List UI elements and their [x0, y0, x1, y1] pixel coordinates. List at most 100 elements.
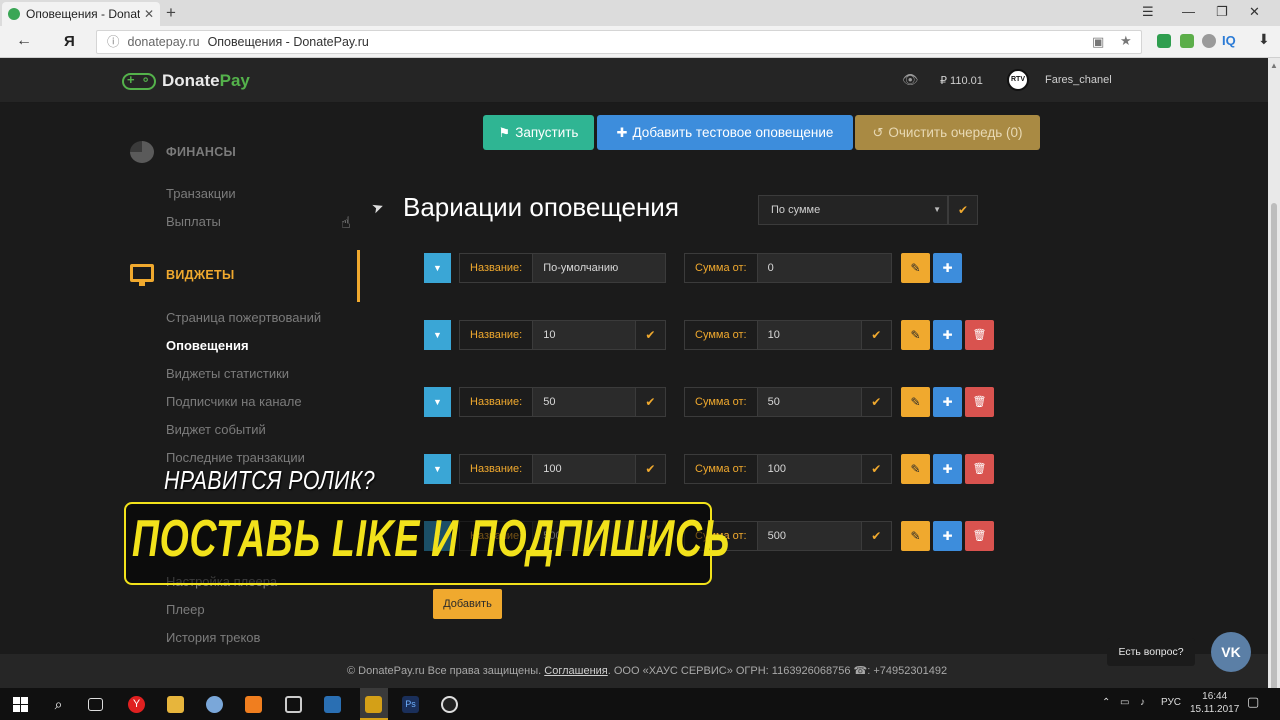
- add-test-alert-button[interactable]: ✚ Добавить тестовое оповещение: [597, 115, 853, 150]
- amount-input[interactable]: 50: [757, 388, 861, 416]
- name-input[interactable]: 100: [533, 455, 635, 483]
- add-variation-button[interactable]: Добавить: [433, 589, 502, 619]
- amount-input[interactable]: 100: [757, 455, 861, 483]
- scroll-up-icon[interactable]: ▲: [1270, 61, 1278, 70]
- clear-queue-button[interactable]: ↺ Очистить очередь (0): [855, 115, 1040, 150]
- name-input[interactable]: 10: [533, 321, 635, 349]
- variation-row: ▼ Название: 50 ✔ Сумма от: 50 ✔ ✎ ✚ 🗑: [0, 387, 1268, 419]
- minimize-icon[interactable]: —: [1182, 4, 1195, 19]
- browser-tab[interactable]: Оповещения - DonatePay ✕: [2, 2, 160, 26]
- task-view-icon[interactable]: [88, 698, 103, 711]
- network-icon[interactable]: ▭: [1120, 697, 1129, 708]
- vk-chat-icon[interactable]: VK: [1211, 632, 1251, 672]
- amount-input[interactable]: 10: [757, 321, 861, 349]
- add-button[interactable]: ✚: [933, 387, 962, 417]
- edit-button[interactable]: ✎: [901, 320, 930, 350]
- steam-icon[interactable]: [324, 696, 341, 713]
- sort-select[interactable]: По сумме ▼: [758, 195, 948, 225]
- delete-button[interactable]: 🗑: [965, 521, 994, 551]
- name-input[interactable]: По-умолчанию: [533, 254, 665, 282]
- edit-button[interactable]: ✎: [901, 387, 930, 417]
- save-name-button[interactable]: ✔: [634, 388, 665, 416]
- yandex-browser-icon[interactable]: Y: [128, 696, 145, 713]
- tab-close-icon[interactable]: ✕: [144, 7, 154, 21]
- add-button[interactable]: ✚: [933, 253, 962, 283]
- sidebar-item-track-history[interactable]: История треков: [166, 630, 260, 645]
- obs-record-icon[interactable]: [441, 696, 458, 713]
- sidebar-item-events-widget[interactable]: Виджет событий: [166, 422, 266, 437]
- adblock-extension-icon[interactable]: [1157, 34, 1171, 48]
- edit-button[interactable]: ✎: [901, 521, 930, 551]
- bookmark-star-icon[interactable]: ★: [1120, 33, 1132, 49]
- media-player-icon[interactable]: [285, 696, 302, 713]
- app-icon[interactable]: [245, 696, 262, 713]
- username[interactable]: Fares_chanel: [1045, 74, 1112, 86]
- delete-button[interactable]: 🗑: [965, 320, 994, 350]
- amount-input[interactable]: 500: [757, 522, 861, 550]
- edit-button[interactable]: ✎: [901, 253, 930, 283]
- agreements-link[interactable]: Соглашения: [544, 665, 608, 677]
- file-explorer-icon[interactable]: [167, 696, 184, 713]
- iq-extension-icon[interactable]: IQ: [1222, 33, 1236, 48]
- flag-icon: ⚑: [498, 124, 511, 140]
- expand-toggle-button[interactable]: ▼: [424, 387, 451, 417]
- globe-extension-icon[interactable]: [1202, 34, 1216, 48]
- save-amount-button[interactable]: ✔: [860, 455, 891, 483]
- name-input[interactable]: 50: [533, 388, 635, 416]
- maximize-icon[interactable]: ❐: [1216, 4, 1228, 20]
- chevron-down-icon: ▼: [933, 205, 941, 214]
- close-window-icon[interactable]: ✕: [1249, 4, 1260, 20]
- yandex-button[interactable]: Я: [64, 33, 75, 50]
- new-tab-button[interactable]: +: [166, 3, 176, 23]
- expand-toggle-button[interactable]: ▼: [424, 253, 451, 283]
- sidebar-item-payouts[interactable]: Выплаты: [166, 214, 221, 229]
- help-bubble[interactable]: Есть вопрос?: [1107, 638, 1195, 666]
- save-amount-button[interactable]: ✔: [860, 321, 891, 349]
- menu-icon[interactable]: ☰: [1142, 4, 1154, 20]
- page-info-icon[interactable]: ⓘ: [107, 35, 120, 49]
- photoshop-icon[interactable]: Ps: [402, 696, 419, 713]
- sidebar-item-stats-widgets[interactable]: Виджеты статистики: [166, 366, 289, 381]
- url-input[interactable]: ⓘ donatepay.ru Оповещения - DonatePay.ru: [96, 30, 1142, 54]
- windows-start-icon[interactable]: [12, 696, 29, 713]
- add-button[interactable]: ✚: [933, 454, 962, 484]
- paint-icon[interactable]: [206, 696, 223, 713]
- volume-icon[interactable]: ♪: [1140, 697, 1145, 708]
- check-icon: ✔: [957, 203, 969, 217]
- save-name-button[interactable]: ✔: [634, 455, 665, 483]
- download-extension-icon[interactable]: [1180, 34, 1194, 48]
- reader-icon[interactable]: ▣: [1092, 34, 1104, 50]
- sidebar-section-finance[interactable]: ФИНАНСЫ: [130, 141, 236, 163]
- page-scrollbar[interactable]: ▲: [1268, 58, 1280, 698]
- downloads-icon[interactable]: ⬇: [1258, 31, 1270, 48]
- active-taskbar-item[interactable]: [360, 688, 388, 720]
- name-field-group: Название: 50 ✔: [459, 387, 666, 417]
- amount-input[interactable]: 0: [757, 254, 891, 282]
- donatepay-logo[interactable]: DonatePay: [122, 71, 250, 91]
- sort-confirm-button[interactable]: ✔: [948, 195, 978, 225]
- sidebar-item-transactions[interactable]: Транзакции: [166, 186, 236, 201]
- name-field-group: Название: 100 ✔: [459, 454, 666, 484]
- avatar[interactable]: RTV: [1007, 69, 1029, 91]
- delete-button[interactable]: 🗑: [965, 387, 994, 417]
- clock[interactable]: 16:44 15.11.2017: [1190, 690, 1239, 716]
- eye-icon[interactable]: 👁: [902, 72, 919, 88]
- save-amount-button[interactable]: ✔: [860, 388, 891, 416]
- scrollbar-thumb[interactable]: [1271, 203, 1277, 698]
- pencil-icon: ✎: [910, 529, 921, 543]
- sidebar-item-player[interactable]: Плеер: [166, 602, 205, 617]
- add-button[interactable]: ✚: [933, 320, 962, 350]
- save-name-button[interactable]: ✔: [634, 321, 665, 349]
- search-icon[interactable]: ⌕: [50, 696, 67, 713]
- add-button[interactable]: ✚: [933, 521, 962, 551]
- notifications-icon[interactable]: ▢: [1247, 694, 1259, 710]
- tray-chevron-icon[interactable]: ⌃: [1102, 697, 1110, 708]
- save-amount-button[interactable]: ✔: [860, 522, 891, 550]
- language-indicator[interactable]: РУС: [1161, 697, 1181, 708]
- expand-toggle-button[interactable]: ▼: [424, 320, 451, 350]
- start-button[interactable]: ⚑ Запустить: [483, 115, 594, 150]
- delete-button[interactable]: 🗑: [965, 454, 994, 484]
- expand-toggle-button[interactable]: ▼: [424, 454, 451, 484]
- back-button[interactable]: ←: [16, 32, 32, 50]
- edit-button[interactable]: ✎: [901, 454, 930, 484]
